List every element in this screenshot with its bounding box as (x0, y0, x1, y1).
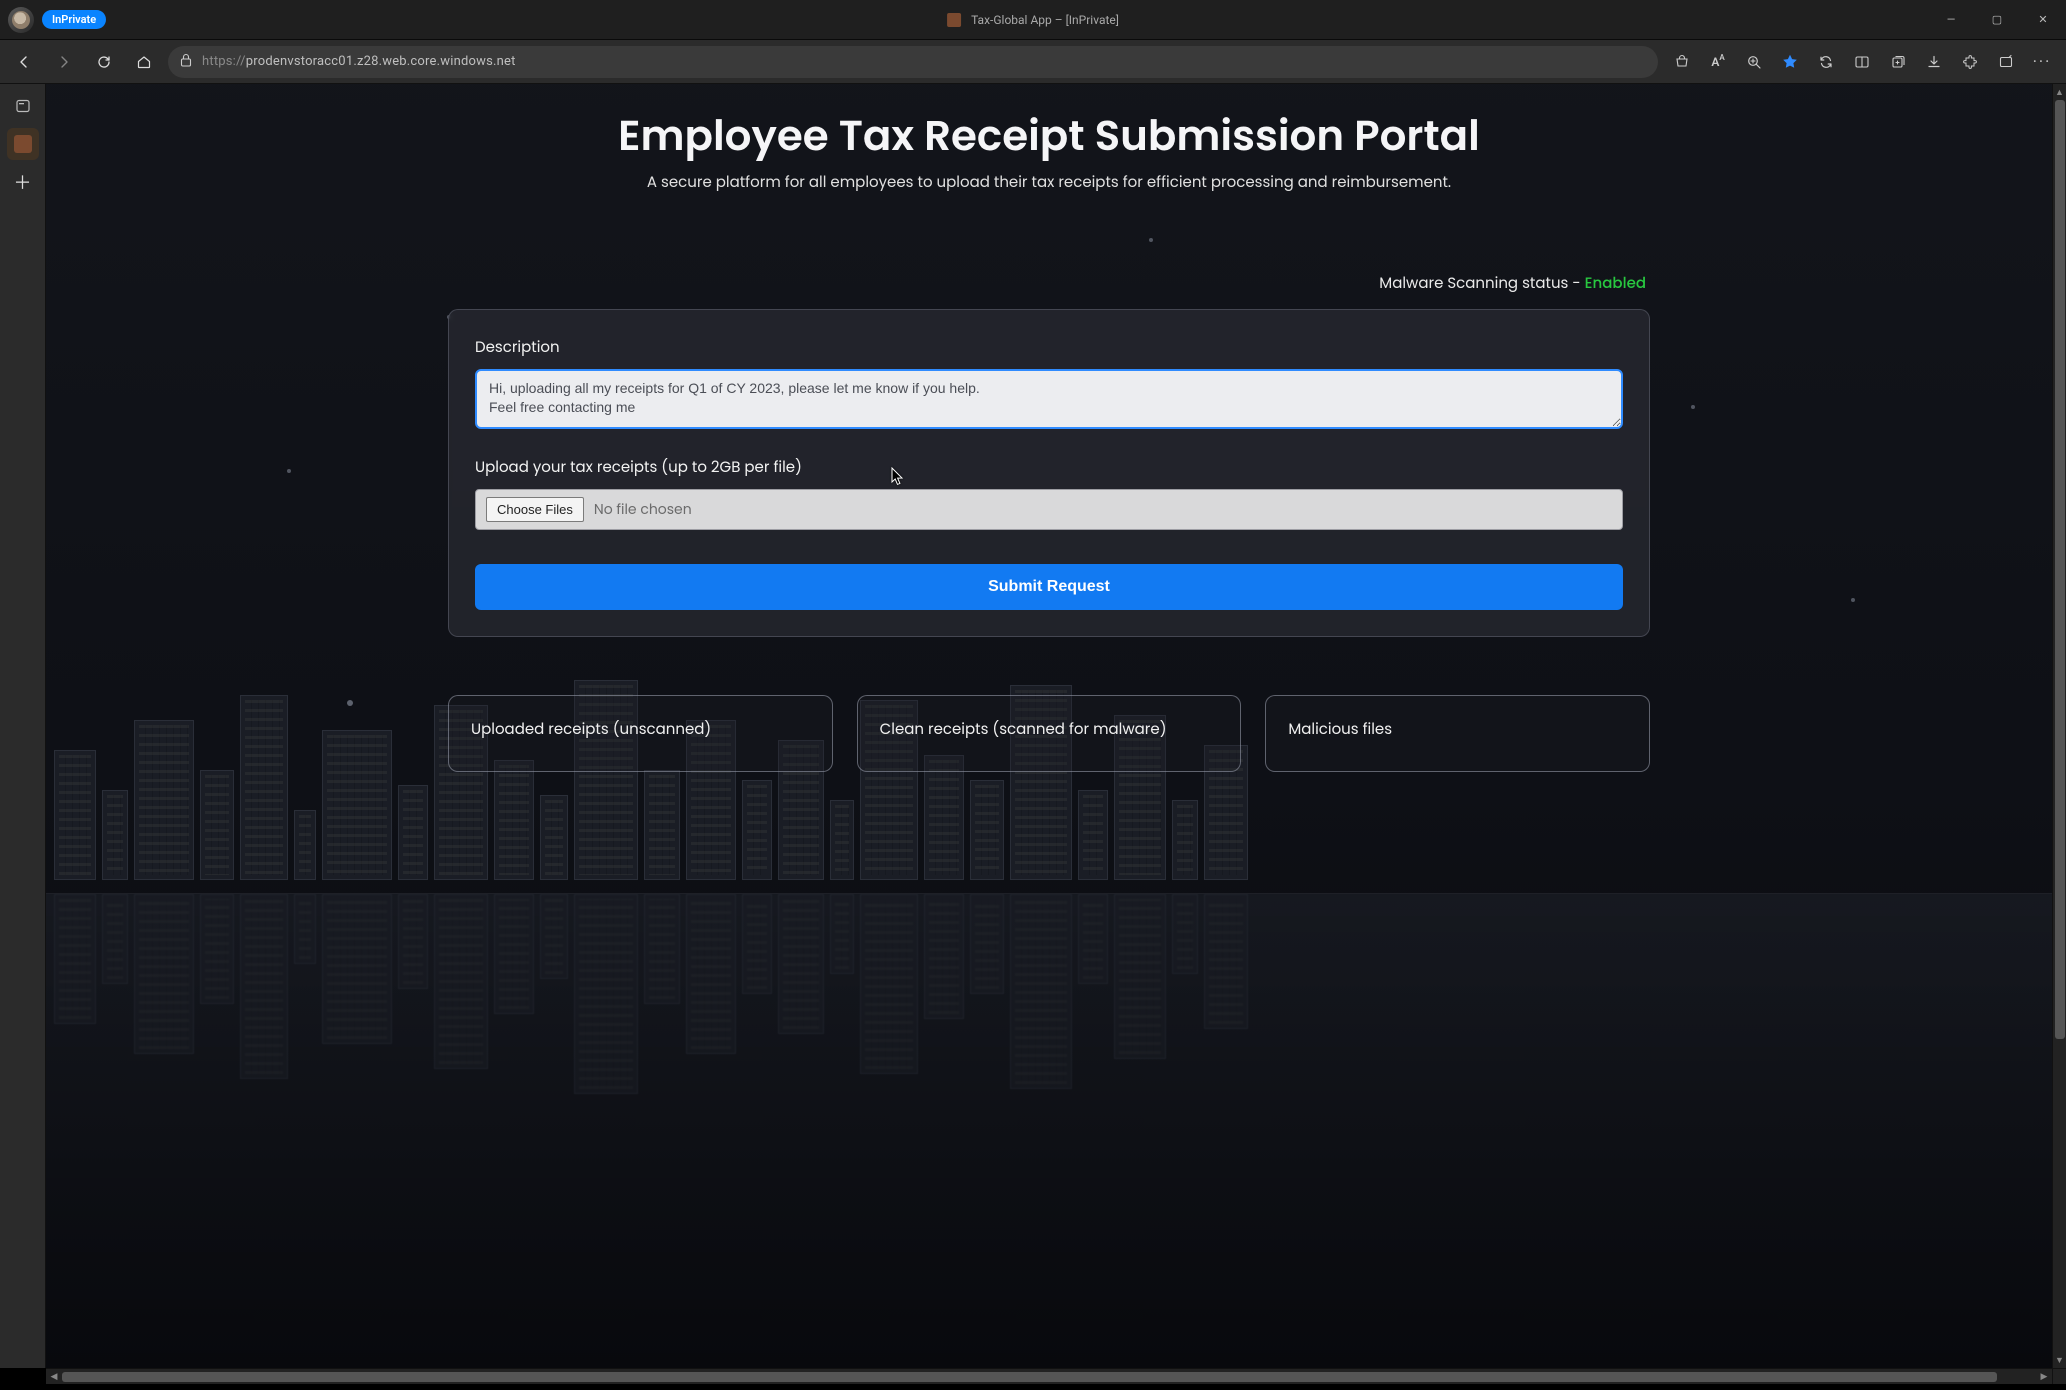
tab-favicon (947, 13, 961, 27)
description-input[interactable] (475, 369, 1623, 429)
page-viewport: Employee Tax Receipt Submission Portal A… (46, 84, 2052, 1368)
profile-avatar[interactable] (8, 7, 34, 33)
scroll-up-arrow-icon[interactable]: ▲ (2053, 84, 2066, 100)
new-tab-button[interactable]: ＋ (7, 166, 39, 198)
horizontal-scrollbar[interactable]: ◀ ▶ (46, 1368, 2052, 1384)
vertical-scroll-thumb[interactable] (2055, 100, 2065, 1039)
scroll-down-arrow-icon[interactable]: ▼ (2053, 1352, 2066, 1368)
clean-panel-title: Clean receipts (scanned for malware) (880, 718, 1219, 741)
tab-thumbnail-1[interactable] (7, 90, 39, 122)
description-label: Description (475, 336, 1623, 359)
page-subtitle: A secure platform for all employees to u… (448, 171, 1650, 194)
window-close-button[interactable]: ✕ (2020, 0, 2066, 40)
malicious-panel-title: Malicious files (1288, 718, 1627, 741)
vertical-scroll-track[interactable] (2053, 100, 2066, 1352)
nav-back-button[interactable] (8, 46, 40, 78)
scan-status-row: Malware Scanning status - Enabled (448, 272, 1650, 295)
scroll-right-arrow-icon[interactable]: ▶ (2036, 1372, 2052, 1382)
text-size-icon[interactable]: AA (1702, 46, 1734, 78)
horizontal-scroll-track[interactable] (62, 1372, 2036, 1382)
scan-status-value: Enabled (1585, 273, 1646, 294)
inprivate-badge: InPrivate (42, 10, 106, 29)
zoom-icon[interactable] (1738, 46, 1770, 78)
more-menu-icon[interactable]: ··· (2026, 46, 2058, 78)
collections-icon[interactable] (1882, 46, 1914, 78)
downloads-icon[interactable] (1918, 46, 1950, 78)
split-screen-icon[interactable] (1846, 46, 1878, 78)
window-titlebar: InPrivate Tax-Global App – [InPrivate] —… (0, 0, 2066, 40)
vertical-scrollbar[interactable]: ▲ ▼ (2052, 84, 2066, 1368)
home-button[interactable] (128, 46, 160, 78)
submission-card: Description Upload your tax receipts (up… (448, 309, 1650, 637)
choose-files-button[interactable]: Choose Files (486, 497, 584, 522)
nav-forward-button[interactable] (48, 46, 80, 78)
horizontal-scroll-thumb[interactable] (62, 1372, 1997, 1382)
tab-title: Tax-Global App – [InPrivate] (971, 13, 1119, 27)
scan-status-label: Malware Scanning status - (1379, 273, 1584, 294)
upload-label: Upload your tax receipts (up to 2GB per … (475, 456, 1623, 479)
file-chosen-text: No file chosen (594, 499, 692, 520)
scroll-left-arrow-icon[interactable]: ◀ (46, 1372, 62, 1382)
refresh-button[interactable] (88, 46, 120, 78)
address-text: https://prodenvstoracc01.z28.web.core.wi… (202, 54, 516, 69)
extensions-icon[interactable] (1954, 46, 1986, 78)
file-input-wrapper[interactable]: Choose Files No file chosen (475, 489, 1623, 530)
page-title: Employee Tax Receipt Submission Portal (448, 104, 1650, 167)
submit-request-button[interactable]: Submit Request (475, 564, 1623, 610)
address-bar[interactable]: https://prodenvstoracc01.z28.web.core.wi… (168, 46, 1658, 78)
scroll-corner (2052, 1368, 2066, 1384)
screenshot-icon[interactable] (1990, 46, 2022, 78)
malicious-panel: Malicious files (1265, 695, 1650, 772)
shopping-icon[interactable] (1666, 46, 1698, 78)
sync-icon[interactable] (1810, 46, 1842, 78)
favorite-star-icon[interactable] (1774, 46, 1806, 78)
lock-icon (180, 53, 192, 70)
browser-toolbar: https://prodenvstoracc01.z28.web.core.wi… (0, 40, 2066, 84)
uploaded-panel: Uploaded receipts (unscanned) (448, 695, 833, 772)
window-maximize-button[interactable]: ▢ (1974, 0, 2020, 40)
tab-thumbnail-active[interactable] (7, 128, 39, 160)
uploaded-panel-title: Uploaded receipts (unscanned) (471, 718, 810, 741)
window-minimize-button[interactable]: — (1928, 0, 1974, 40)
clean-panel: Clean receipts (scanned for malware) (857, 695, 1242, 772)
vertical-tab-strip: ＋ (0, 84, 46, 1368)
